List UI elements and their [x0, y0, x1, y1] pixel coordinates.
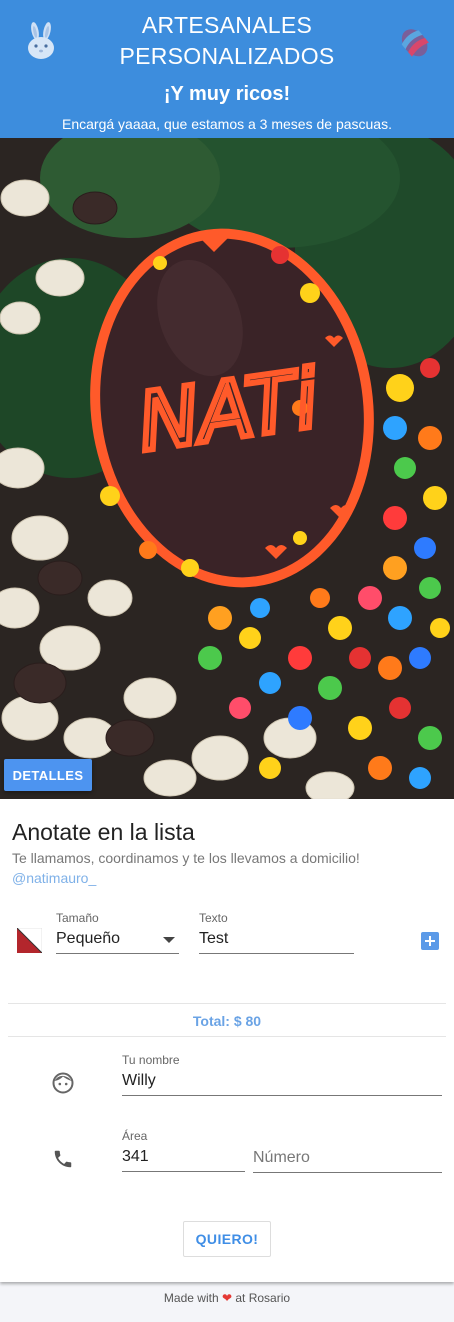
name-label: Tu nombre [122, 1053, 180, 1067]
heart-icon: ❤ [221, 1291, 233, 1305]
order-total: Total: $ 80 [192, 1013, 262, 1029]
divider [8, 1003, 446, 1004]
header: ARTESANALES PERSONALIZADOS ¡Y muy ricos!… [0, 0, 454, 138]
chevron-down-icon [163, 937, 175, 943]
size-value: Pequeño [56, 930, 121, 947]
hero-image: NATi DETALLES [0, 138, 454, 799]
area-input[interactable]: 341 [122, 1144, 245, 1172]
area-label: Área [122, 1129, 148, 1143]
instagram-link[interactable]: @natimauro_ [12, 869, 96, 887]
phone-icon [54, 1150, 72, 1168]
text-input[interactable]: Test [199, 926, 354, 954]
details-button[interactable]: DETALLES [4, 759, 92, 791]
size-label: Tamaño [56, 911, 99, 925]
divider [8, 1036, 446, 1037]
face-icon [52, 1072, 74, 1094]
chocolate-egg-photo: NATi [0, 138, 454, 799]
footer-text-before: Made with [163, 1291, 219, 1305]
footer: Made with ❤ at Rosario [0, 1282, 454, 1322]
tagline: Encargá yaaaa, que estamos a 3 meses de … [62, 116, 392, 132]
name-input[interactable]: Willy [122, 1068, 442, 1096]
name-value: Willy [122, 1072, 156, 1089]
number-input[interactable]: Número [253, 1145, 442, 1173]
size-select[interactable]: Pequeño [56, 926, 179, 954]
card-description: Te llamamos, coordinamos y te los llevam… [12, 850, 360, 866]
text-label: Texto [199, 911, 228, 925]
bunny-icon [28, 22, 54, 59]
app-title: ARTESANALES PERSONALIZADOS [119, 12, 335, 69]
card-title: Anotate en la lista [12, 819, 195, 845]
signup-card: Anotate en la lista Te llamamos, coordin… [0, 799, 454, 1282]
footer-text-after: at Rosario [235, 1291, 291, 1305]
area-value: 341 [122, 1148, 149, 1165]
page-subtitle: ¡Y muy ricos! [163, 83, 291, 105]
egg-size-icon [17, 928, 42, 953]
submit-button[interactable]: QUIERO! [183, 1221, 271, 1257]
easter-egg-icon [401, 29, 429, 57]
add-item-icon[interactable] [421, 932, 439, 950]
number-placeholder: Número [253, 1149, 310, 1166]
text-value: Test [199, 930, 229, 947]
